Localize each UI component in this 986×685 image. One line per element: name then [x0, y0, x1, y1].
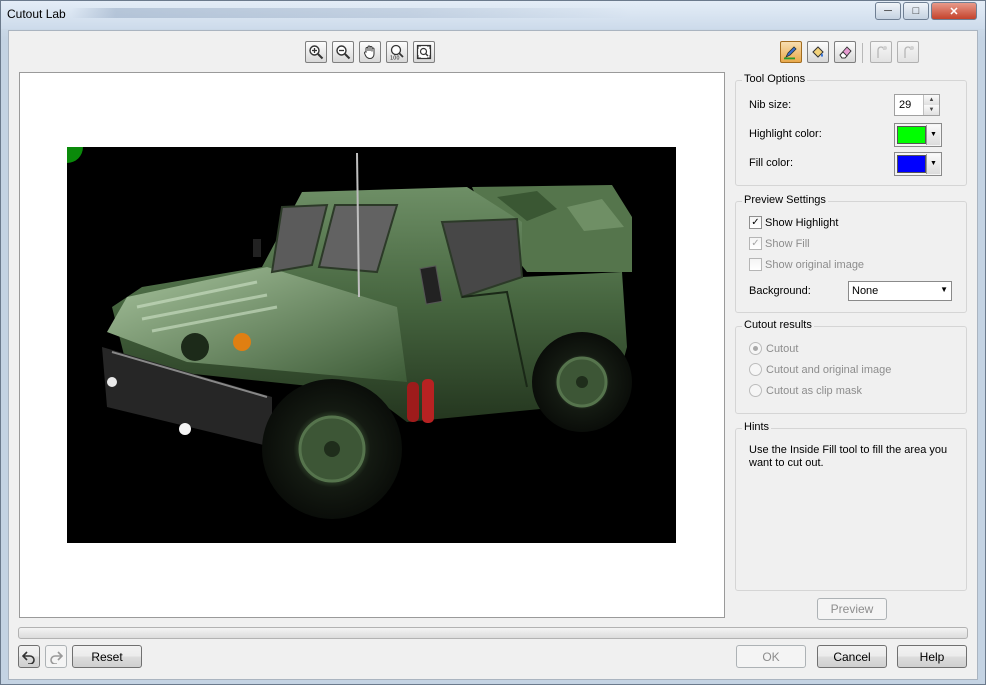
zoom-in-button[interactable]: [305, 41, 327, 63]
zoom-100-button[interactable]: 100: [386, 41, 408, 63]
inside-fill-tool-button[interactable]: [807, 41, 829, 63]
redo-icon: [50, 650, 63, 664]
hints-heading: Hints: [742, 421, 772, 433]
checkmark-icon[interactable]: ✓: [749, 216, 762, 229]
zoom-out-icon: [336, 45, 351, 60]
highlighter-icon: [784, 46, 797, 60]
nib-size-value[interactable]: 29: [899, 99, 911, 111]
spin-up-icon[interactable]: ▲: [924, 95, 939, 105]
fill-color-label: Fill color:: [749, 157, 794, 169]
preview-button[interactable]: Preview: [817, 598, 887, 620]
chevron-down-icon: ▼: [940, 285, 948, 294]
cutout-results-group: Cutout results Cutout Cutout and origina…: [735, 319, 967, 414]
cutout-and-original-label: Cutout and original image: [766, 363, 892, 376]
highlight-color-picker[interactable]: ▼: [894, 123, 942, 147]
tool-options-heading: Tool Options: [742, 73, 808, 85]
maximize-button[interactable]: □: [903, 2, 929, 20]
window-title: Cutout Lab: [7, 7, 66, 21]
background-value: None: [852, 285, 879, 297]
progress-bar: [18, 627, 968, 639]
show-original-checkbox[interactable]: Show original image: [749, 258, 864, 271]
cutout-clip-mask-radio[interactable]: Cutout as clip mask: [749, 384, 862, 397]
checkbox-box[interactable]: [749, 258, 762, 271]
chevron-down-icon[interactable]: ▼: [926, 125, 940, 145]
cutout-and-original-radio[interactable]: Cutout and original image: [749, 363, 891, 376]
spin-down-icon[interactable]: ▼: [924, 105, 939, 115]
inside-fill-icon: [812, 46, 824, 58]
radio-selected-icon[interactable]: [749, 342, 762, 355]
zoom-out-button[interactable]: [332, 41, 354, 63]
zoom-fit-button[interactable]: [413, 41, 435, 63]
zoom-fit-icon: [416, 44, 432, 60]
nib-size-label: Nib size:: [749, 99, 792, 111]
help-button[interactable]: Help: [897, 645, 967, 668]
show-highlight-label: Show Highlight: [765, 216, 839, 229]
ok-button[interactable]: OK: [736, 645, 806, 668]
title-bar[interactable]: Cutout Lab ─ □ ✕: [1, 1, 985, 29]
fill-color-swatch: [897, 155, 926, 173]
close-icon: ✕: [949, 5, 959, 18]
add-detail-icon: [877, 46, 887, 58]
cutout-clip-mask-label: Cutout as clip mask: [766, 384, 862, 397]
cutout-radio-label: Cutout: [766, 342, 799, 355]
minimize-icon: ─: [884, 5, 892, 17]
cutout-lab-window: Cutout Lab ─ □ ✕ 100 Tool Options Nib si…: [0, 0, 986, 685]
cutout-results-heading: Cutout results: [742, 319, 814, 331]
remove-detail-icon: [904, 46, 914, 58]
highlighter-tool-button[interactable]: [780, 41, 802, 63]
undo-button[interactable]: [18, 645, 40, 668]
zoom-100-icon: 100: [390, 44, 404, 61]
hints-text: Use the Inside Fill tool to fill the are…: [749, 444, 948, 469]
chevron-down-icon[interactable]: ▼: [926, 154, 940, 174]
background-select[interactable]: None ▼: [848, 281, 952, 301]
title-bar-blur: [71, 8, 631, 18]
checkmark-icon[interactable]: ✓: [749, 237, 762, 250]
hand-pan-icon: [364, 45, 375, 60]
close-button[interactable]: ✕: [931, 2, 977, 20]
highlight-color-swatch: [897, 126, 926, 144]
image-canvas[interactable]: [19, 72, 725, 618]
hints-group: Hints Use the Inside Fill tool to fill t…: [735, 421, 967, 591]
cancel-button[interactable]: Cancel: [817, 645, 887, 668]
zoom-in-icon: [309, 45, 324, 60]
toolbar-separator: [862, 43, 863, 63]
pan-button[interactable]: [359, 41, 381, 63]
preview-settings-heading: Preview Settings: [742, 194, 828, 206]
eraser-tool-button[interactable]: [834, 41, 856, 63]
source-image[interactable]: [67, 147, 676, 543]
jeep-image: [67, 147, 632, 519]
highlight-color-label: Highlight color:: [749, 128, 822, 140]
radio-icon[interactable]: [749, 363, 762, 376]
undo-icon: [22, 650, 35, 664]
reset-button[interactable]: Reset: [72, 645, 142, 668]
redo-button[interactable]: [45, 645, 67, 668]
cutout-radio[interactable]: Cutout: [749, 342, 798, 355]
remove-detail-button[interactable]: [897, 41, 919, 63]
add-detail-button[interactable]: [870, 41, 892, 63]
preview-settings-group: Preview Settings ✓ Show Highlight ✓ Show…: [735, 194, 967, 313]
dialog-client: 100 Tool Options Nib size: 29 ▲ ▼ Highli…: [8, 30, 978, 680]
highlight-marker: [67, 147, 83, 163]
show-highlight-checkbox[interactable]: ✓ Show Highlight: [749, 216, 838, 229]
minimize-button[interactable]: ─: [875, 2, 901, 20]
radio-icon[interactable]: [749, 384, 762, 397]
fill-color-picker[interactable]: ▼: [894, 152, 942, 176]
eraser-icon: [839, 46, 852, 59]
nib-size-stepper[interactable]: 29 ▲ ▼: [894, 94, 940, 116]
show-fill-checkbox[interactable]: ✓ Show Fill: [749, 237, 810, 250]
background-label: Background:: [749, 285, 811, 297]
show-fill-label: Show Fill: [765, 237, 810, 250]
show-original-label: Show original image: [765, 258, 865, 271]
nib-size-spin-buttons[interactable]: ▲ ▼: [923, 95, 939, 115]
maximize-icon: □: [912, 5, 920, 17]
tool-options-group: Tool Options Nib size: 29 ▲ ▼ Highlight …: [735, 73, 967, 186]
svg-text:100: 100: [390, 56, 400, 61]
